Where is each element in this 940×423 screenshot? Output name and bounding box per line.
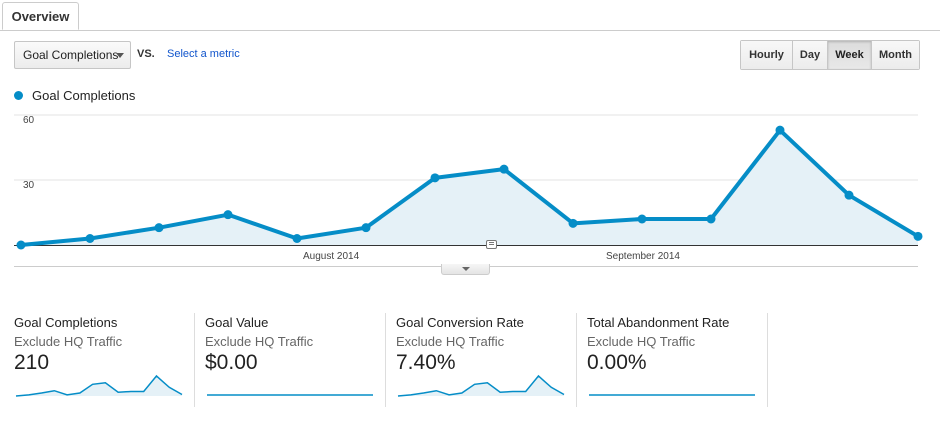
annotation-icon[interactable] bbox=[486, 240, 497, 249]
scorecard-title: Total Abandonment Rate bbox=[587, 315, 730, 330]
data-point bbox=[913, 231, 923, 241]
scorecard-segment: Exclude HQ Traffic bbox=[587, 334, 696, 349]
data-point bbox=[85, 234, 95, 243]
data-point bbox=[16, 240, 26, 250]
data-point bbox=[292, 234, 302, 243]
data-point bbox=[223, 210, 233, 220]
divider bbox=[385, 313, 386, 407]
sparkline bbox=[207, 394, 373, 396]
scorecard-title: Goal Completions bbox=[14, 315, 118, 330]
x-tick-september: September 2014 bbox=[606, 251, 680, 262]
scorecard-value: 0.00% bbox=[587, 351, 647, 374]
scorecard-value: 7.40% bbox=[396, 351, 456, 374]
scorecard-title: Goal Conversion Rate bbox=[396, 315, 524, 330]
scorecard-total-abandonment-rate[interactable]: Total Abandonment Rate Exclude HQ Traffi… bbox=[587, 313, 762, 407]
sparkline bbox=[15, 374, 183, 397]
expand-chart-toggle[interactable] bbox=[441, 264, 490, 275]
sparkline bbox=[397, 374, 565, 397]
line-chart bbox=[14, 114, 923, 267]
data-point bbox=[499, 164, 509, 174]
scorecard-value: 210 bbox=[14, 351, 50, 374]
data-point bbox=[154, 223, 164, 233]
scorecard-value: $0.00 bbox=[205, 351, 258, 374]
divider bbox=[194, 313, 195, 407]
scorecard-goal-completions[interactable]: Goal Completions Exclude HQ Traffic 210 bbox=[14, 313, 189, 407]
data-point bbox=[568, 218, 578, 228]
data-point bbox=[361, 223, 371, 233]
x-tick-august: August 2014 bbox=[303, 251, 360, 262]
caret-down-icon bbox=[462, 267, 470, 271]
scorecard-goal-value[interactable]: Goal Value Exclude HQ Traffic $0.00 bbox=[205, 313, 380, 407]
divider bbox=[767, 313, 768, 407]
data-point bbox=[775, 125, 785, 135]
scorecard-goal-conversion-rate[interactable]: Goal Conversion Rate Exclude HQ Traffic … bbox=[396, 313, 571, 407]
data-point bbox=[430, 173, 440, 183]
divider bbox=[576, 313, 577, 407]
scorecard-title: Goal Value bbox=[205, 315, 269, 330]
sparkline bbox=[589, 394, 755, 396]
scorecard-segment: Exclude HQ Traffic bbox=[14, 334, 123, 349]
data-point bbox=[844, 190, 854, 200]
data-point bbox=[637, 214, 647, 224]
scorecard-segment: Exclude HQ Traffic bbox=[396, 334, 505, 349]
data-point bbox=[706, 214, 716, 224]
scorecard-segment: Exclude HQ Traffic bbox=[205, 334, 314, 349]
